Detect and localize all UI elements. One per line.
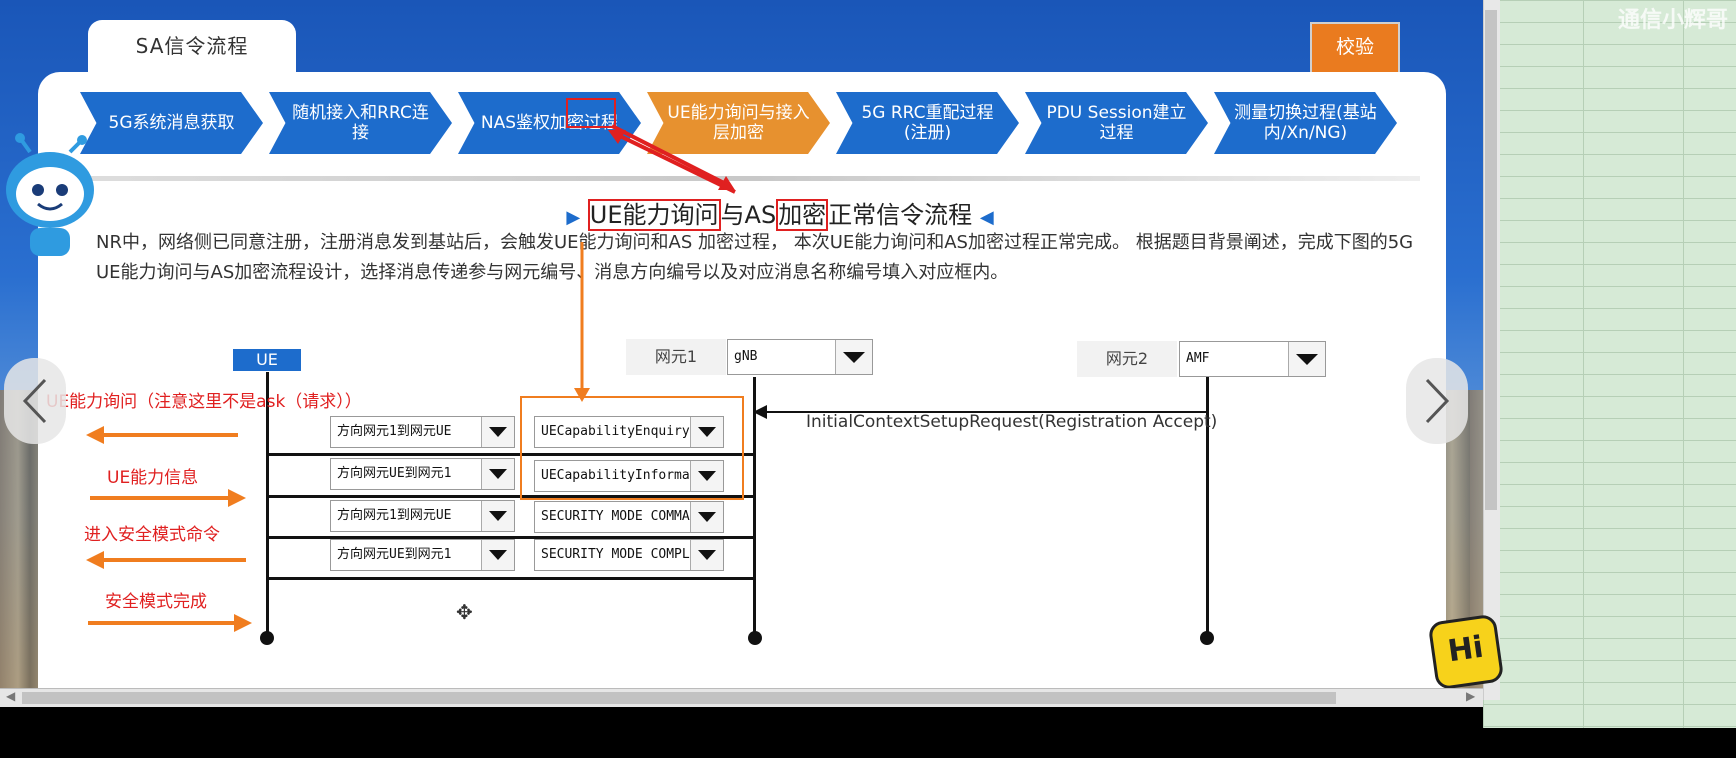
- chevron-down-icon[interactable]: [481, 459, 514, 489]
- step-navigation: 5G系统消息获取 随机接入和RRC连接 NAS鉴权加密过程 UE能力询问与接入层…: [80, 92, 1410, 154]
- annotation-note-2: UE能力信息: [107, 468, 199, 488]
- chevron-right-icon: [1425, 378, 1450, 424]
- chevron-down-icon[interactable]: [481, 417, 514, 447]
- message-select-3-value: SECURITY MODE COMMA: [541, 509, 690, 524]
- step-2[interactable]: 随机接入和RRC连接: [269, 92, 452, 154]
- watermark: 通信小辉哥: [1618, 8, 1729, 33]
- heading-part3: 加密: [776, 199, 829, 231]
- step-5[interactable]: 5G RRC重配过程(注册): [836, 92, 1019, 154]
- step-7[interactable]: 测量切换过程(基站内/Xn/NG): [1214, 92, 1397, 154]
- description-text: NR中，网络侧已同意注册，注册消息发到基站后，会触发UE能力询问和AS 加密过程…: [96, 232, 1414, 283]
- ne2-label: 网元2: [1077, 341, 1177, 377]
- tab-sa-signaling[interactable]: SA信令流程: [88, 20, 296, 76]
- page-title: ▶ UE能力询问与AS加密正常信令流程 ◀: [0, 195, 1560, 231]
- message-line-4: [266, 577, 756, 580]
- triangle-right-icon: ▶: [566, 207, 581, 228]
- chevron-down-icon[interactable]: [690, 540, 723, 570]
- ne1-select[interactable]: gNB: [727, 339, 873, 375]
- divider: [80, 176, 1420, 181]
- step-4-active[interactable]: UE能力询问与接入层加密: [647, 92, 830, 154]
- message-select-4[interactable]: SECURITY MODE COMPL: [534, 539, 724, 571]
- ne1-end-dot: [748, 631, 762, 645]
- ne1-value: gNB: [734, 349, 758, 364]
- scroll-right-icon[interactable]: ▶: [1466, 689, 1475, 703]
- ne2-select[interactable]: AMF: [1179, 341, 1326, 377]
- annotation-note-3: 进入安全模式命令: [84, 525, 220, 545]
- direction-select-4-value: 方向网元UE到网元1: [337, 547, 452, 562]
- horizontal-scroll-thumb[interactable]: [22, 692, 1336, 704]
- annotation-red-box: [566, 98, 616, 128]
- ue-end-dot: [260, 631, 274, 645]
- ue-label: UE: [233, 349, 301, 371]
- chevron-down-icon[interactable]: [835, 340, 872, 374]
- heading-part1: UE能力询问: [587, 199, 721, 231]
- annotation-note-4: 安全模式完成: [105, 592, 207, 612]
- message-select-4-value: SECURITY MODE COMPL: [541, 547, 690, 562]
- chevron-left-icon: [22, 378, 47, 424]
- verify-button[interactable]: 校验: [1310, 22, 1400, 74]
- chevron-down-icon[interactable]: [690, 502, 723, 532]
- hi-badge[interactable]: Hi: [1427, 613, 1505, 691]
- spreadsheet-background: [1483, 0, 1736, 728]
- next-button[interactable]: [1406, 358, 1468, 444]
- annotation-orange-box: [520, 396, 744, 500]
- direction-select-1[interactable]: 方向网元1到网元UE: [330, 416, 515, 448]
- annotation-note-1: UE能力询问（注意这里不是ask（请求））: [46, 392, 362, 412]
- vertical-scroll-thumb[interactable]: [1485, 10, 1497, 510]
- chevron-down-icon[interactable]: [481, 540, 514, 570]
- direction-select-3-value: 方向网元1到网元UE: [337, 508, 452, 523]
- triangle-left-icon: ◀: [979, 207, 994, 228]
- main-panel: [38, 72, 1446, 688]
- ne1-label: 网元1: [626, 339, 726, 375]
- prev-button[interactable]: [4, 358, 66, 444]
- direction-select-2-value: 方向网元UE到网元1: [337, 466, 452, 481]
- direction-select-2[interactable]: 方向网元UE到网元1: [330, 458, 515, 490]
- bottom-bar: [0, 728, 1736, 758]
- step-6[interactable]: PDU Session建立过程: [1025, 92, 1208, 154]
- chevron-down-icon[interactable]: [1288, 342, 1325, 376]
- scroll-left-icon[interactable]: ◀: [6, 689, 15, 703]
- ne2-value: AMF: [1186, 351, 1210, 366]
- direction-select-3[interactable]: 方向网元1到网元UE: [330, 500, 515, 532]
- mouse-cursor-icon: ✥: [456, 600, 473, 624]
- message-select-3[interactable]: SECURITY MODE COMMA: [534, 501, 724, 533]
- direction-select-4[interactable]: 方向网元UE到网元1: [330, 539, 515, 571]
- initial-context-setup-message: InitialContextSetupRequest(Registration …: [806, 412, 1218, 432]
- direction-select-1-value: 方向网元1到网元UE: [337, 424, 452, 439]
- heading-part2: 与AS: [720, 201, 777, 229]
- heading-part4: 正常信令流程: [828, 201, 973, 229]
- ne2-end-dot: [1200, 631, 1214, 645]
- chevron-down-icon[interactable]: [481, 501, 514, 531]
